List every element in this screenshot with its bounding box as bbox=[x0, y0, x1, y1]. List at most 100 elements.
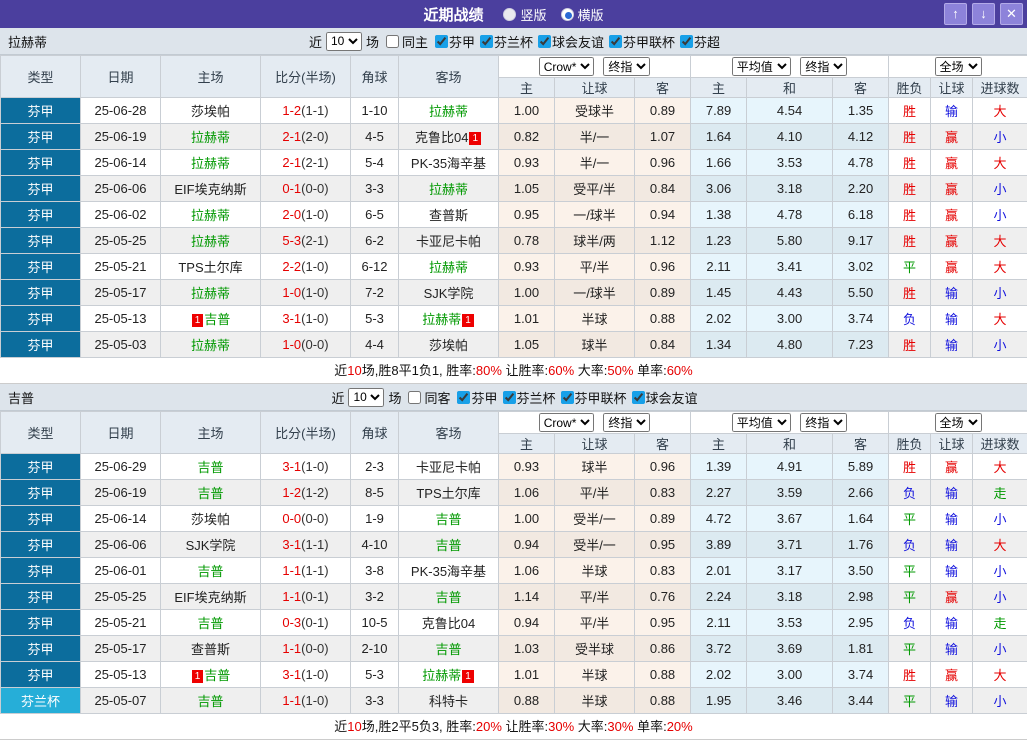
team-label: 拉赫蒂 bbox=[191, 208, 230, 223]
avg-away-odds: 5.50 bbox=[833, 280, 889, 306]
date-cell: 25-05-25 bbox=[81, 584, 161, 610]
result-value: 胜 bbox=[903, 460, 916, 475]
result-value: 输 bbox=[945, 486, 958, 501]
match-row: 芬甲25-05-131吉普3-1(1-0)5-3拉赫蒂11.01半球0.882.… bbox=[1, 306, 1027, 332]
league-checkbox[interactable] bbox=[457, 391, 470, 404]
games-count-select[interactable]: 10 bbox=[348, 388, 384, 407]
league-checkbox[interactable] bbox=[632, 391, 645, 404]
page-title: 近期战绩 bbox=[423, 4, 483, 25]
result-value: 赢 bbox=[945, 260, 958, 275]
result-handicap-cell: 赢 bbox=[931, 584, 973, 610]
games-count-select[interactable]: 10 bbox=[326, 32, 362, 51]
team-label: TPS土尔库 bbox=[416, 486, 480, 501]
europe-odds-select[interactable]: 平均值 bbox=[732, 413, 791, 432]
away-team-cell: 拉赫蒂1 bbox=[399, 306, 499, 332]
halftime-score: (1-1) bbox=[301, 563, 328, 578]
vertical-layout-radio[interactable] bbox=[503, 8, 516, 21]
league-cell: 芬甲 bbox=[1, 532, 81, 558]
league-checkbox[interactable] bbox=[538, 35, 551, 48]
result-goals-cell: 走 bbox=[973, 610, 1027, 636]
result-value: 胜 bbox=[903, 234, 916, 249]
date-cell: 25-06-06 bbox=[81, 176, 161, 202]
match-row: 芬甲25-05-21吉普0-3(0-1)10-5克鲁比040.94平/半0.95… bbox=[1, 610, 1027, 636]
match-row: 芬甲25-05-131吉普3-1(1-0)5-3拉赫蒂11.01半球0.882.… bbox=[1, 662, 1027, 688]
league-checkbox[interactable] bbox=[561, 391, 574, 404]
result-scope-group: 全场 bbox=[889, 412, 1027, 434]
league-label: 芬超 bbox=[694, 32, 720, 51]
home-team-cell: 吉普 bbox=[161, 454, 261, 480]
avg-home-odds: 2.11 bbox=[691, 610, 747, 636]
odds-time-select[interactable]: 终指 bbox=[603, 413, 650, 432]
score-cell: 1-1(0-0) bbox=[261, 636, 351, 662]
league-checkbox[interactable] bbox=[680, 35, 693, 48]
section-header-bar: 吉普 近 10 场 同客 芬甲芬兰杯芬甲联杯球会友谊 bbox=[0, 384, 1027, 411]
corner-cell: 2-10 bbox=[351, 636, 399, 662]
avg-draw-odds: 3.00 bbox=[747, 306, 833, 332]
halftime-score: (0-1) bbox=[301, 615, 328, 630]
league-checkbox[interactable] bbox=[609, 35, 622, 48]
europe-odds-select[interactable]: 平均值 bbox=[732, 57, 791, 76]
fulltime-score: 1-2 bbox=[282, 485, 301, 500]
result-value: 输 bbox=[945, 642, 958, 657]
handicap-line: 半球 bbox=[555, 306, 635, 332]
score-cell: 1-2(1-2) bbox=[261, 480, 351, 506]
league-checkbox[interactable] bbox=[503, 391, 516, 404]
section-header-bar: 拉赫蒂 近 10 场 同主 芬甲芬兰杯球会友谊芬甲联杯芬超 bbox=[0, 28, 1027, 55]
avg-away-odds: 3.74 bbox=[833, 306, 889, 332]
result-handicap-cell: 赢 bbox=[931, 202, 973, 228]
same-venue-checkbox[interactable] bbox=[386, 35, 399, 48]
home-team-cell: EIF埃克纳斯 bbox=[161, 176, 261, 202]
halftime-score: (1-0) bbox=[301, 285, 328, 300]
corner-cell: 3-2 bbox=[351, 584, 399, 610]
europe-time-select[interactable]: 终指 bbox=[800, 413, 847, 432]
corner-cell: 3-3 bbox=[351, 688, 399, 714]
avg-draw-odds: 4.43 bbox=[747, 280, 833, 306]
same-venue-checkbox[interactable] bbox=[408, 391, 421, 404]
odds-time-select[interactable]: 终指 bbox=[603, 57, 650, 76]
move-up-button[interactable]: ↑ bbox=[944, 3, 967, 25]
sub-col-5: 客 bbox=[833, 78, 889, 98]
odds-company-select[interactable]: Crow* bbox=[539, 413, 594, 432]
league-label: 球会友谊 bbox=[646, 388, 698, 407]
result-scope-select[interactable]: 全场 bbox=[935, 57, 982, 76]
result-value: 大 bbox=[994, 234, 1007, 249]
horizontal-layout-radio[interactable] bbox=[561, 8, 574, 21]
match-row: 芬甲25-06-19吉普1-2(1-2)8-5TPS土尔库1.06平/半0.83… bbox=[1, 480, 1027, 506]
result-value: 走 bbox=[994, 616, 1007, 631]
halftime-score: (0-0) bbox=[301, 337, 328, 352]
move-down-button[interactable]: ↓ bbox=[972, 3, 995, 25]
league-checkbox[interactable] bbox=[480, 35, 493, 48]
date-cell: 25-06-29 bbox=[81, 454, 161, 480]
away-team-cell: 查普斯 bbox=[399, 202, 499, 228]
handicap-away-odds: 0.83 bbox=[635, 558, 691, 584]
avg-away-odds: 2.98 bbox=[833, 584, 889, 610]
card-badge: 1 bbox=[462, 314, 474, 327]
team-label: 卡亚尼卡帕 bbox=[416, 460, 481, 475]
avg-home-odds: 2.02 bbox=[691, 662, 747, 688]
avg-away-odds: 3.74 bbox=[833, 662, 889, 688]
avg-home-odds: 1.66 bbox=[691, 150, 747, 176]
match-row: 芬甲25-05-21TPS土尔库2-2(1-0)6-12拉赫蒂0.93平/半0.… bbox=[1, 254, 1027, 280]
result-goals-cell: 小 bbox=[973, 636, 1027, 662]
result-handicap-cell: 赢 bbox=[931, 662, 973, 688]
result-scope-select[interactable]: 全场 bbox=[935, 413, 982, 432]
close-button[interactable]: ✕ bbox=[1000, 3, 1023, 25]
horizontal-layout-label: 横版 bbox=[578, 5, 604, 24]
league-checkbox[interactable] bbox=[435, 35, 448, 48]
odds-company-select[interactable]: Crow* bbox=[539, 57, 594, 76]
result-goals-cell: 大 bbox=[973, 150, 1027, 176]
date-cell: 25-06-14 bbox=[81, 506, 161, 532]
score-cell: 2-1(2-1) bbox=[261, 150, 351, 176]
table-body: 芬甲25-06-28莎埃帕1-2(1-1)1-10拉赫蒂1.00受球半0.897… bbox=[1, 98, 1027, 358]
europe-time-select[interactable]: 终指 bbox=[800, 57, 847, 76]
handicap-line: 受球半 bbox=[555, 98, 635, 124]
result-wdl-cell: 负 bbox=[889, 306, 931, 332]
result-value: 走 bbox=[994, 486, 1007, 501]
avg-away-odds: 1.35 bbox=[833, 98, 889, 124]
match-row: 芬甲25-06-29吉普3-1(1-0)2-3卡亚尼卡帕0.93球半0.961.… bbox=[1, 454, 1027, 480]
fulltime-score: 5-3 bbox=[282, 233, 301, 248]
halftime-score: (1-0) bbox=[301, 207, 328, 222]
avg-home-odds: 3.06 bbox=[691, 176, 747, 202]
odds-company-group: Crow* 终指 bbox=[499, 56, 691, 78]
handicap-home-odds: 0.93 bbox=[499, 454, 555, 480]
